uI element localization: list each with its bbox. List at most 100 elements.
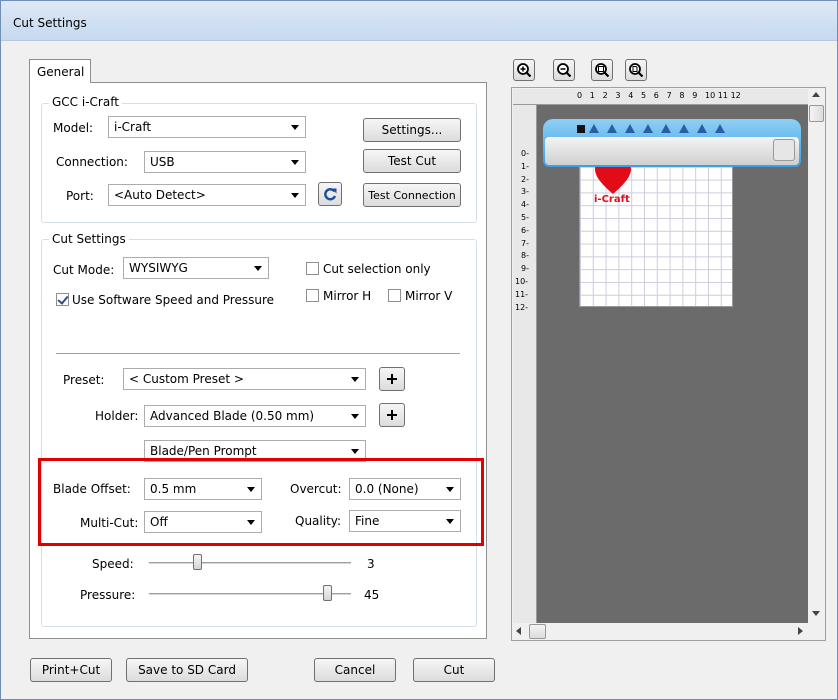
model-label: Model: [53, 121, 94, 135]
title-bar: Cut Settings [1, 1, 837, 41]
ruler-left-tick: 3- [521, 187, 529, 197]
plus-icon [387, 410, 397, 420]
chevron-down-icon [351, 414, 359, 419]
add-preset-button[interactable] [379, 367, 405, 391]
quality-value: Fine [355, 514, 380, 528]
ruler-left-tick: 2- [521, 174, 529, 184]
mirror-h-checkbox[interactable] [306, 289, 319, 302]
ruler-top-tick: 10 [705, 91, 716, 100]
zoom-in-button[interactable] [513, 59, 535, 81]
blade-offset-label: Blade Offset: [53, 482, 131, 496]
holder-select[interactable]: Advanced Blade (0.50 mm) [144, 405, 366, 427]
roller-marker-icon [607, 124, 617, 133]
roller-marker-icon [679, 124, 689, 133]
chevron-down-icon [446, 519, 454, 524]
ruler-left-tick: 7- [521, 238, 529, 248]
cut-mode-select[interactable]: WYSIWYG [123, 257, 269, 279]
ruler-left-tick: 4- [521, 200, 529, 210]
quality-label: Quality: [295, 514, 342, 528]
pressure-slider-track[interactable] [149, 593, 351, 595]
ruler-top-tick: 11 [717, 91, 728, 100]
ruler-left-tick: 12- [515, 302, 529, 312]
refresh-port-button[interactable] [318, 182, 342, 206]
chevron-down-icon [351, 449, 359, 454]
ruler-top-tick: 9 [692, 91, 698, 100]
ruler-top-tick: 4 [628, 91, 634, 100]
zoom-page-button[interactable] [625, 59, 647, 81]
plus-icon [387, 374, 397, 384]
ruler-top-tick: 2 [602, 91, 608, 100]
separator [56, 353, 460, 355]
roller-marker-icon [661, 124, 671, 133]
cut-settings-legend: Cut Settings [49, 232, 129, 246]
zoom-in-icon [517, 63, 532, 78]
overcut-label: Overcut: [290, 482, 342, 496]
cut-settings-window: Cut Settings General GCC i-Craft Model: … [0, 0, 838, 700]
ruler-left-tick: 10- [515, 277, 529, 286]
preset-select[interactable]: < Custom Preset > [123, 368, 366, 390]
ruler-top-tick: 1 [589, 91, 595, 100]
zoom-fit-icon [595, 63, 610, 78]
window-title: Cut Settings [13, 16, 87, 30]
tab-general[interactable]: General [29, 59, 91, 83]
cut-mode-value: WYSIWYG [129, 261, 188, 275]
speed-slider-thumb[interactable] [193, 554, 202, 570]
connection-label: Connection: [56, 155, 128, 169]
cancel-button[interactable]: Cancel [314, 658, 396, 682]
cut-selection-checkbox[interactable] [306, 262, 319, 275]
port-select[interactable]: <Auto Detect> [108, 184, 306, 206]
model-select[interactable]: i-Craft [108, 116, 306, 138]
preset-label: Preset: [63, 373, 105, 387]
speed-label: Speed: [92, 557, 134, 571]
use-software-checkbox[interactable] [56, 293, 69, 306]
zoom-out-button[interactable] [553, 59, 575, 81]
horizontal-scroll-thumb[interactable] [529, 624, 546, 639]
pressure-slider-thumb[interactable] [323, 585, 332, 601]
ruler-left-tick: 11- [515, 289, 529, 299]
cut-button[interactable]: Cut [413, 658, 495, 682]
preset-value: < Custom Preset > [129, 372, 244, 386]
cut-mode-label: Cut Mode: [53, 263, 115, 277]
machine-control-panel [773, 139, 795, 161]
add-holder-button[interactable] [379, 403, 405, 427]
cutting-mat: i-Craft [579, 153, 733, 307]
ruler-left-tick: 5- [521, 213, 529, 222]
test-connection-button[interactable]: Test Connection [363, 183, 461, 207]
settings-button[interactable]: Settings... [363, 118, 461, 142]
blade-prompt-value: Blade/Pen Prompt [150, 444, 257, 458]
zoom-out-icon [557, 63, 572, 78]
port-value: <Auto Detect> [114, 188, 206, 202]
chevron-down-icon [446, 487, 454, 492]
connection-value: USB [150, 155, 175, 169]
chevron-down-icon [351, 377, 359, 382]
test-cut-button[interactable]: Test Cut [363, 149, 461, 173]
pressure-value: 45 [364, 588, 380, 602]
quality-select[interactable]: Fine [349, 510, 461, 532]
scroll-up-arrow-icon[interactable] [812, 92, 820, 97]
overcut-select[interactable]: 0.0 (None) [349, 478, 461, 500]
vertical-scroll-thumb[interactable] [809, 105, 824, 122]
multi-cut-label: Multi-Cut: [80, 516, 139, 530]
blade-offset-value: 0.5 mm [150, 482, 197, 496]
port-label: Port: [66, 189, 94, 203]
zoom-fit-button[interactable] [591, 59, 613, 81]
ruler-left-tick: 8- [521, 251, 529, 261]
print-cut-button[interactable]: Print+Cut [30, 658, 112, 682]
mirror-v-checkbox[interactable] [388, 289, 401, 302]
vertical-scrollbar[interactable] [808, 88, 825, 624]
blade-offset-select[interactable]: 0.5 mm [144, 478, 262, 500]
connection-select[interactable]: USB [144, 151, 306, 173]
roller-marker-icon [643, 124, 653, 133]
preview-canvas[interactable]: 0 1 2 3 4 5 6 7 8 9 10 11 12 0- 1- 2- 3- 4- 5- 6- 7- 8- 9- 10-… [513, 89, 808, 623]
ruler-left-tick: 9- [521, 264, 529, 274]
multi-cut-select[interactable]: Off [144, 511, 262, 533]
scroll-down-arrow-icon[interactable] [812, 611, 820, 616]
chevron-down-icon [254, 266, 262, 271]
horizontal-scrollbar[interactable] [512, 623, 809, 640]
speed-slider-track[interactable] [149, 562, 351, 564]
tab-general-label: General [37, 65, 85, 79]
save-sd-card-button[interactable]: Save to SD Card [126, 658, 248, 682]
scroll-right-arrow-icon[interactable] [798, 627, 803, 635]
ruler-top-tick: 0 [577, 91, 583, 100]
scroll-left-arrow-icon[interactable] [516, 627, 521, 635]
